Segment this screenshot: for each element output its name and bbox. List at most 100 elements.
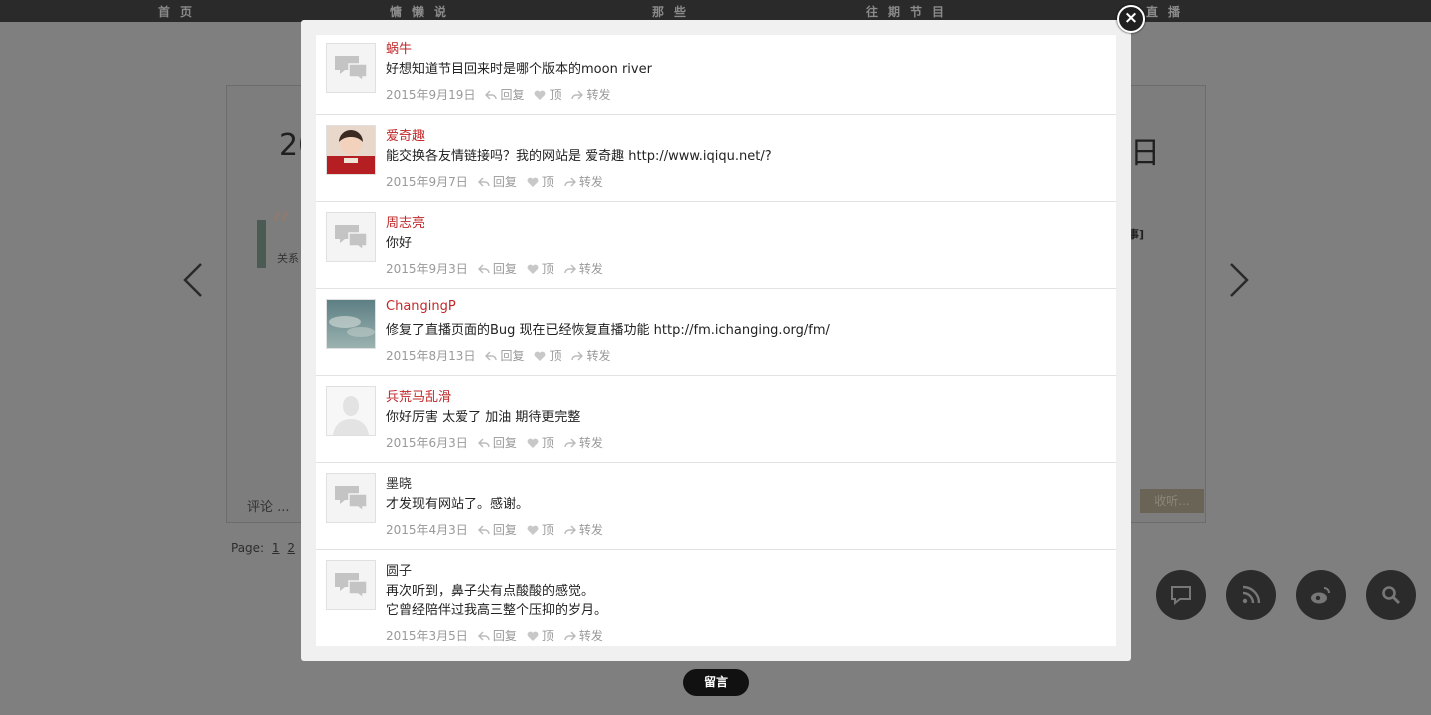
rss-icon[interactable] (1226, 570, 1276, 620)
quote-bar (257, 220, 266, 268)
share-icon (564, 524, 576, 535)
comment-item: ChangingP 修复了直播页面的Bug 现在已经恢复直播功能 http://… (316, 289, 1116, 376)
heart-icon (535, 351, 546, 361)
share-button[interactable]: 转发 (564, 173, 603, 190)
reply-icon (485, 89, 498, 100)
comment-text: 才发现有网站了。感谢。 (386, 497, 530, 512)
reply-icon (477, 524, 490, 535)
leave-message-button[interactable]: 留言 (683, 669, 749, 696)
like-button[interactable]: 顶 (527, 521, 554, 538)
comment-author: 圆子 (386, 564, 413, 579)
reply-button[interactable]: 回复 (477, 173, 517, 190)
comment-meta: 2015年3月5日 回复 顶 转发 (386, 627, 603, 644)
nav-item-live[interactable]: 直播 (1146, 3, 1190, 20)
nav-item-past-shows[interactable]: 往期节目 (866, 3, 954, 20)
comment-item: 圆子 再次听到，鼻子尖有点酸酸的感觉。 它曾经陪伴过我高三整个压抑的岁月。 20… (316, 550, 1116, 646)
comments-modal: 蜗牛 好想知道节目回来时是哪个版本的moon river 2015年9月19日 … (301, 20, 1131, 661)
comment-text: 你好厉害 太爱了 加油 期待更完整 (386, 410, 581, 425)
share-button[interactable]: 转发 (564, 434, 603, 451)
comment-text: 修复了直播页面的Bug 现在已经恢复直播功能 http://fm.ichangi… (386, 323, 830, 338)
comment-date: 2015年9月3日 (386, 262, 468, 276)
reply-button[interactable]: 回复 (477, 521, 517, 538)
comment-meta: 2015年6月3日 回复 顶 转发 (386, 434, 603, 451)
heart-icon (527, 525, 539, 535)
pager: Page: 1 2 (231, 541, 295, 555)
comment-date: 2015年6月3日 (386, 436, 468, 450)
reply-button[interactable]: 回复 (477, 260, 517, 277)
listen-button[interactable]: 收听... (1140, 489, 1204, 513)
like-button[interactable]: 顶 (527, 260, 554, 277)
background-title-right: 日 (1130, 136, 1160, 171)
comment-author[interactable]: 爱奇趣 (386, 125, 425, 144)
nav-item-lazy-talk[interactable]: 慵懒说 (390, 3, 456, 20)
share-icon (564, 263, 576, 274)
comment-meta: 2015年9月7日 回复 顶 转发 (386, 173, 603, 190)
heart-icon (527, 264, 539, 274)
share-button[interactable]: 转发 (564, 521, 603, 538)
share-icon (564, 176, 576, 187)
avatar-chat-bubble (326, 560, 376, 610)
background-comment-link[interactable]: 评论 ... (247, 496, 290, 515)
heart-icon (527, 177, 539, 187)
nav-item-home[interactable]: 首页 (158, 3, 202, 20)
comment-author[interactable]: 周志亮 (386, 212, 425, 231)
pager-page-1[interactable]: 1 (272, 541, 280, 555)
comment-meta: 2015年8月13日 回复 顶 转发 (386, 347, 611, 364)
share-icon (571, 89, 584, 100)
weibo-icon[interactable] (1296, 570, 1346, 620)
reply-icon (477, 176, 490, 187)
search-icon[interactable] (1366, 570, 1416, 620)
share-icon (564, 437, 576, 448)
like-button[interactable]: 顶 (527, 627, 554, 644)
pager-page-2[interactable]: 2 (287, 541, 295, 555)
pager-label: Page: (231, 541, 265, 555)
chat-icon[interactable] (1156, 570, 1206, 620)
reply-icon (485, 350, 498, 361)
avatar-photo (326, 125, 376, 175)
comment-date: 2015年3月5日 (386, 629, 468, 643)
comment-meta: 2015年9月19日 回复 顶 转发 (386, 86, 611, 103)
avatar-chat-bubble (326, 43, 376, 93)
like-button[interactable]: 顶 (534, 347, 561, 364)
comment-author[interactable]: 蜗牛 (386, 38, 412, 57)
heart-icon (527, 438, 539, 448)
reply-button[interactable]: 回复 (485, 347, 524, 364)
comment-author[interactable]: ChangingP (386, 299, 456, 314)
avatar-chat-bubble (326, 212, 376, 262)
comment-date: 2015年4月3日 (386, 523, 468, 537)
avatar-chat-bubble (326, 473, 376, 523)
comment-item: 兵荒马乱滑 你好厉害 太爱了 加油 期待更完整 2015年6月3日 回复 顶 转… (316, 376, 1116, 463)
comment-meta: 2015年4月3日 回复 顶 转发 (386, 521, 603, 538)
reply-icon (477, 263, 490, 274)
comment-text: 你好 (386, 236, 413, 251)
heart-icon (535, 90, 546, 100)
reply-button[interactable]: 回复 (485, 86, 524, 103)
comment-item: 爱奇趣 能交换各友情链接吗？我的网站是 爱奇趣 http://www.iqiqu… (316, 115, 1116, 202)
share-button[interactable]: 转发 (571, 86, 611, 103)
comment-date: 2015年8月13日 (386, 349, 476, 363)
close-modal-button[interactable]: × (1117, 5, 1145, 33)
comment-author: 墨晓 (386, 477, 413, 492)
comment-text: 它曾经陪伴过我高三整个压抑的岁月。 (386, 603, 608, 618)
heart-icon (527, 631, 539, 641)
avatar-silhouette (326, 386, 376, 436)
comment-item: 墨晓 才发现有网站了。感谢。 2015年4月3日 回复 顶 转发 (316, 463, 1116, 550)
quote-mark-icon: “ (270, 205, 291, 251)
reply-button[interactable]: 回复 (477, 627, 517, 644)
reply-icon (477, 437, 490, 448)
nav-item-those[interactable]: 那些 (652, 3, 696, 20)
comments-list[interactable]: 蜗牛 好想知道节目回来时是哪个版本的moon river 2015年9月19日 … (316, 35, 1116, 646)
chevron-left-icon[interactable] (182, 262, 204, 298)
share-button[interactable]: 转发 (564, 260, 603, 277)
comment-text: 再次听到，鼻子尖有点酸酸的感觉。 (386, 584, 595, 599)
comment-item: 周志亮 你好 2015年9月3日 回复 顶 转发 (316, 202, 1116, 289)
share-icon (564, 630, 576, 641)
share-button[interactable]: 转发 (571, 347, 611, 364)
like-button[interactable]: 顶 (527, 173, 554, 190)
share-button[interactable]: 转发 (564, 627, 603, 644)
reply-button[interactable]: 回复 (477, 434, 517, 451)
comment-author[interactable]: 兵荒马乱滑 (386, 386, 451, 405)
like-button[interactable]: 顶 (527, 434, 554, 451)
like-button[interactable]: 顶 (534, 86, 561, 103)
chevron-right-icon[interactable] (1228, 262, 1250, 298)
